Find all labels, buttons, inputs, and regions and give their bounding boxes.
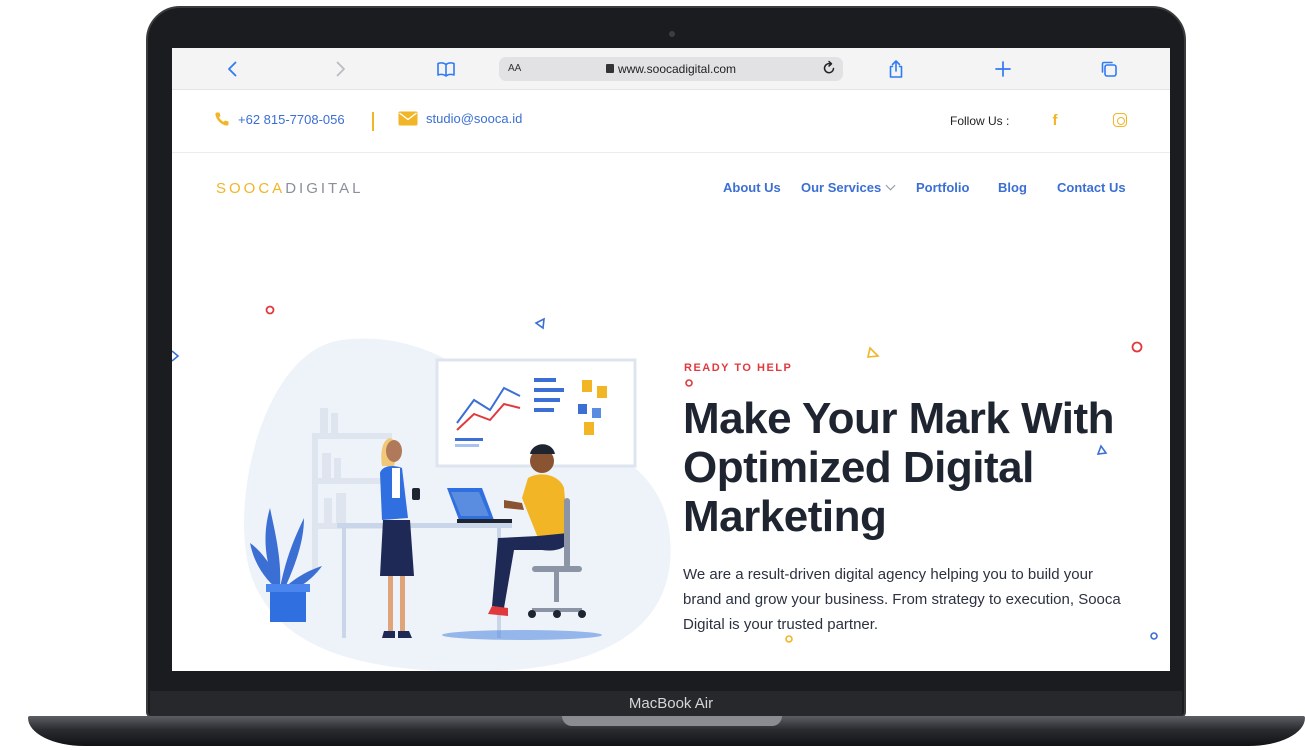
- camera: [669, 31, 675, 37]
- model-label: MacBook Air: [628, 695, 714, 712]
- hero-illustration: [244, 338, 671, 671]
- hero-description: We are a result-driven digital agency he…: [683, 566, 1121, 633]
- hero-eyebrow: READY TO HELP: [684, 362, 793, 374]
- screen: AA www.soocadigital.com +62 815-7708-056: [172, 48, 1170, 671]
- hero-headline: Make Your Mark With Optimized Digital Ma…: [683, 394, 1115, 541]
- laptop-notch: [562, 716, 782, 726]
- laptop-mockup: AA www.soocadigital.com +62 815-7708-056: [0, 0, 1305, 750]
